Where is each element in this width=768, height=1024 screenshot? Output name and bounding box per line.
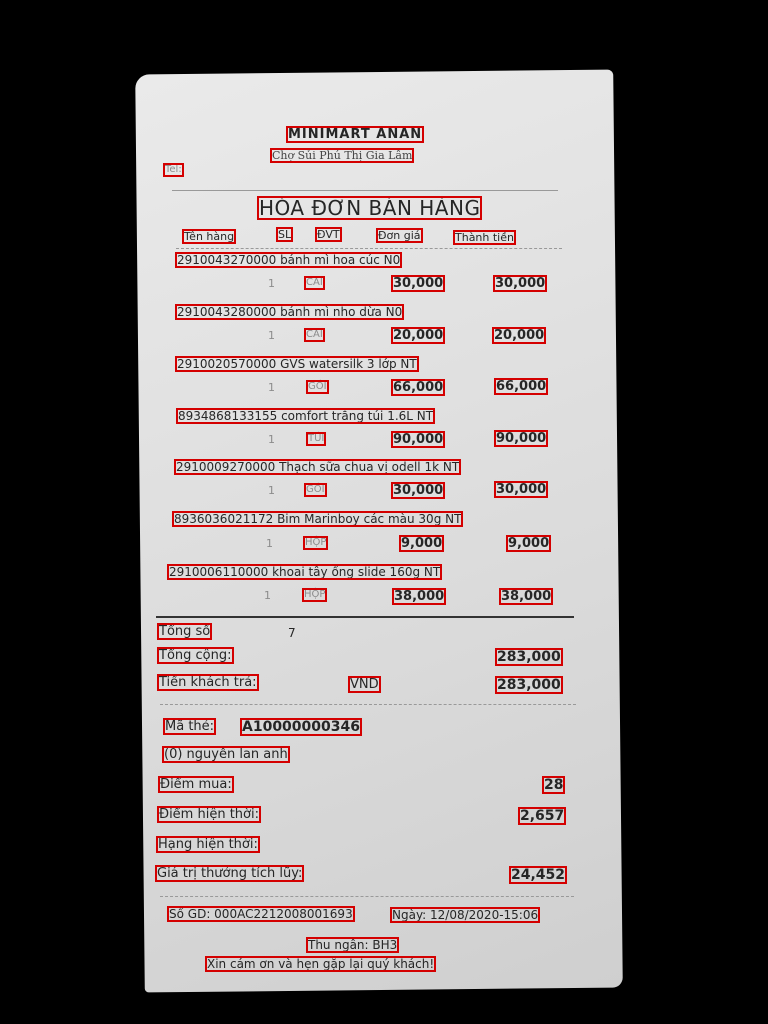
header-unit-price: Đơn giá: [376, 228, 423, 243]
line-item-name: 2910043280000 bánh mì nho dừa N0: [174, 304, 405, 320]
line-item-name: 2910006110000 khoai tây ống slide 160g N…: [166, 564, 443, 580]
line-item-unit: HỘP: [302, 536, 329, 550]
line-item-name: 8936036021172 Bim Marinboy các màu 30g N…: [171, 511, 464, 527]
divider-items-end: [156, 616, 574, 618]
header-qty: SL: [275, 227, 294, 242]
line-item-unit: TÚI: [305, 432, 327, 446]
divider-summary: [160, 704, 576, 705]
item-count-value: 7: [288, 626, 296, 640]
thank-you-message: Xin cám ơn và hẹn gặp lại quý khách!: [204, 956, 437, 972]
line-item-qty: 1: [268, 484, 275, 497]
header-line-total: Thành tiền: [453, 230, 516, 245]
header-unit: ĐVT: [315, 227, 342, 242]
line-item-name: 2910020570000 GVS watersilk 3 lớp NT: [175, 356, 419, 372]
line-item-price: 20,000: [390, 327, 446, 344]
divider-top: [172, 190, 558, 191]
line-item-name: 2910009270000 Thạch sữa chua vị odell 1k…: [173, 459, 462, 475]
amount-paid-value: 283,000: [495, 676, 563, 694]
purchase-points-label: Điểm mua:: [158, 776, 234, 793]
store-phone-label: Tel:: [163, 163, 184, 177]
line-item-qty: 1: [266, 537, 273, 550]
line-item-price: 30,000: [390, 482, 446, 499]
member-card-label: Mã thẻ:: [162, 718, 217, 735]
line-item-total: 90,000: [493, 430, 549, 447]
cashier: Thu ngân: BH3: [305, 937, 400, 953]
accumulated-reward-value: 24,452: [508, 866, 568, 884]
line-item-price: 66,000: [390, 379, 446, 396]
divider-header: [176, 248, 562, 249]
line-item-price: 30,000: [390, 275, 446, 292]
current-rank-label: Hạng hiện thời:: [156, 836, 260, 853]
line-item-unit: CÁI: [304, 328, 325, 342]
line-item-qty: 1: [268, 381, 275, 394]
amount-paid-label: Tiền khách trả:: [157, 674, 259, 691]
header-item-name: Tên hàng: [181, 229, 237, 244]
subtotal-label: Tổng cộng:: [157, 647, 234, 664]
store-address: Chợ Sủi Phú Thị Gia Lâm: [269, 148, 415, 163]
line-item-qty: 1: [268, 277, 275, 290]
line-item-qty: 1: [268, 433, 275, 446]
line-item-unit: CÁI: [304, 276, 325, 290]
line-item-total: 9,000: [505, 535, 552, 552]
line-item-total: 30,000: [492, 275, 548, 292]
line-item-unit: HỘP: [301, 588, 328, 602]
divider-member: [160, 896, 574, 897]
accumulated-reward-label: Giá trị thưởng tích lũy:: [154, 865, 305, 882]
current-points-value: 2,657: [517, 807, 567, 825]
currency-label: VND: [348, 676, 381, 693]
current-points-label: Điểm hiện thời:: [157, 806, 261, 823]
line-item-price: 9,000: [398, 535, 445, 552]
line-item-total: 38,000: [498, 588, 554, 605]
line-item-unit: GÓI: [306, 380, 329, 394]
line-item-price: 38,000: [391, 588, 447, 605]
purchase-points-value: 28: [541, 776, 566, 794]
store-name: MINIMART ANAN: [285, 126, 425, 143]
subtotal-value: 283,000: [495, 648, 563, 666]
line-item-total: 20,000: [491, 327, 547, 344]
transaction-number: Số GD: 000AC2212008001693: [167, 906, 355, 922]
member-card-value: A10000000346: [240, 718, 362, 736]
line-item-total: 66,000: [493, 378, 549, 395]
line-item-unit: GÓI: [304, 483, 327, 497]
line-item-qty: 1: [268, 329, 275, 342]
line-item-total: 30,000: [493, 481, 549, 498]
line-item-name: 8934868133155 comfort trắng túi 1.6L NT: [175, 408, 436, 424]
line-item-name: 2910043270000 bánh mì hoa cúc N0: [174, 252, 403, 268]
line-item-price: 90,000: [390, 431, 446, 448]
line-item-qty: 1: [264, 589, 271, 602]
item-count-label: Tổng số: [156, 623, 213, 640]
member-name: (0) nguyễn lan anh: [162, 746, 290, 763]
transaction-date: Ngày: 12/08/2020-15:06: [389, 907, 541, 923]
invoice-title: HÓA ĐƠN BÁN HÀNG: [256, 196, 483, 220]
